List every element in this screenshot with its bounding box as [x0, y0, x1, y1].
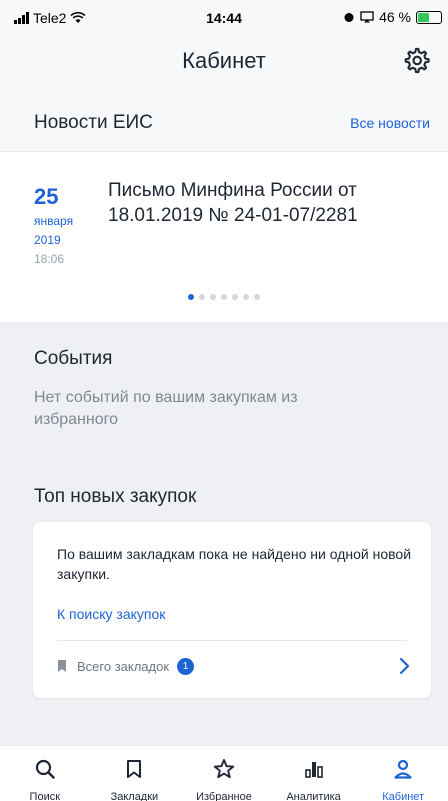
- status-bar: Tele2 14:44 46 %: [0, 0, 448, 32]
- tab-analytics[interactable]: Аналитика: [269, 746, 359, 801]
- search-icon: [35, 759, 55, 779]
- events-title: События: [34, 348, 113, 369]
- person-icon: [394, 759, 412, 779]
- pagination-dot[interactable]: [221, 294, 227, 300]
- news-pagination[interactable]: [0, 294, 448, 300]
- tab-label: Избранное: [196, 791, 252, 801]
- news-date-year: 2019: [34, 233, 61, 247]
- bookmarks-row[interactable]: Всего закладок 1: [57, 655, 411, 677]
- header: Кабинет: [0, 32, 448, 90]
- battery-percent: 46 %: [379, 9, 411, 25]
- tab-search[interactable]: Поиск: [0, 746, 90, 801]
- bookmarks-count-badge: 1: [177, 657, 195, 675]
- chevron-right-icon[interactable]: [397, 657, 411, 675]
- events-empty-text: Нет событий по вашим закупкам из избранн…: [34, 389, 298, 428]
- bookmark-icon: [58, 660, 66, 672]
- tab-bar: Поиск Закладки Избранное Аналитика Кабин…: [0, 745, 448, 801]
- pagination-dot[interactable]: [243, 294, 249, 300]
- news-date-month: января: [34, 214, 74, 228]
- tab-label: Закладки: [110, 791, 159, 801]
- pagination-dot[interactable]: [232, 294, 238, 300]
- pagination-dot[interactable]: [199, 294, 205, 300]
- status-right: 46 %: [343, 9, 442, 25]
- battery-icon: [416, 10, 442, 24]
- news-section-header: Новости ЕИС Все новости: [0, 90, 448, 152]
- divider: [57, 640, 407, 641]
- pagination-dot[interactable]: [210, 294, 216, 300]
- top-purchases-message: По вашим закладкам пока не найдено ни од…: [57, 546, 412, 582]
- screen-mirror-icon: [360, 11, 374, 23]
- tab-label: Кабинет: [382, 791, 425, 801]
- tab-label: Аналитика: [286, 791, 341, 801]
- news-card[interactable]: 25 января 2019 18:06 Письмо Минфина Росс…: [0, 152, 448, 322]
- news-time: 18:06: [34, 252, 65, 266]
- pagination-dot[interactable]: [254, 294, 260, 300]
- alarm-icon: [344, 13, 354, 22]
- top-purchases-card: По вашим закладкам пока не найдено ни од…: [33, 522, 431, 698]
- bookmark-icon: [127, 760, 142, 778]
- tab-cabinet[interactable]: Кабинет: [358, 746, 448, 801]
- page-title: Кабинет: [182, 48, 266, 73]
- news-date-day: 25: [34, 184, 59, 209]
- pagination-dot-active[interactable]: [188, 294, 194, 300]
- content-area: События Нет событий по вашим закупкам из…: [0, 322, 448, 745]
- news-section-title: Новости ЕИС: [34, 112, 153, 133]
- tab-favorites[interactable]: Избранное: [179, 746, 269, 801]
- top-purchases-title: Топ новых закупок: [34, 486, 197, 507]
- bookmarks-label: Всего закладок: [77, 658, 170, 674]
- tab-bookmarks[interactable]: Закладки: [90, 746, 180, 801]
- tab-label: Поиск: [29, 791, 61, 801]
- search-purchases-link[interactable]: К поиску закупок: [57, 606, 165, 622]
- all-news-link[interactable]: Все новости: [350, 115, 430, 131]
- bar-chart-icon: [304, 762, 323, 778]
- news-headline: Письмо Минфина России от 18.01.2019 № 24…: [108, 180, 358, 226]
- gear-icon[interactable]: [402, 46, 430, 74]
- star-icon: [213, 759, 235, 779]
